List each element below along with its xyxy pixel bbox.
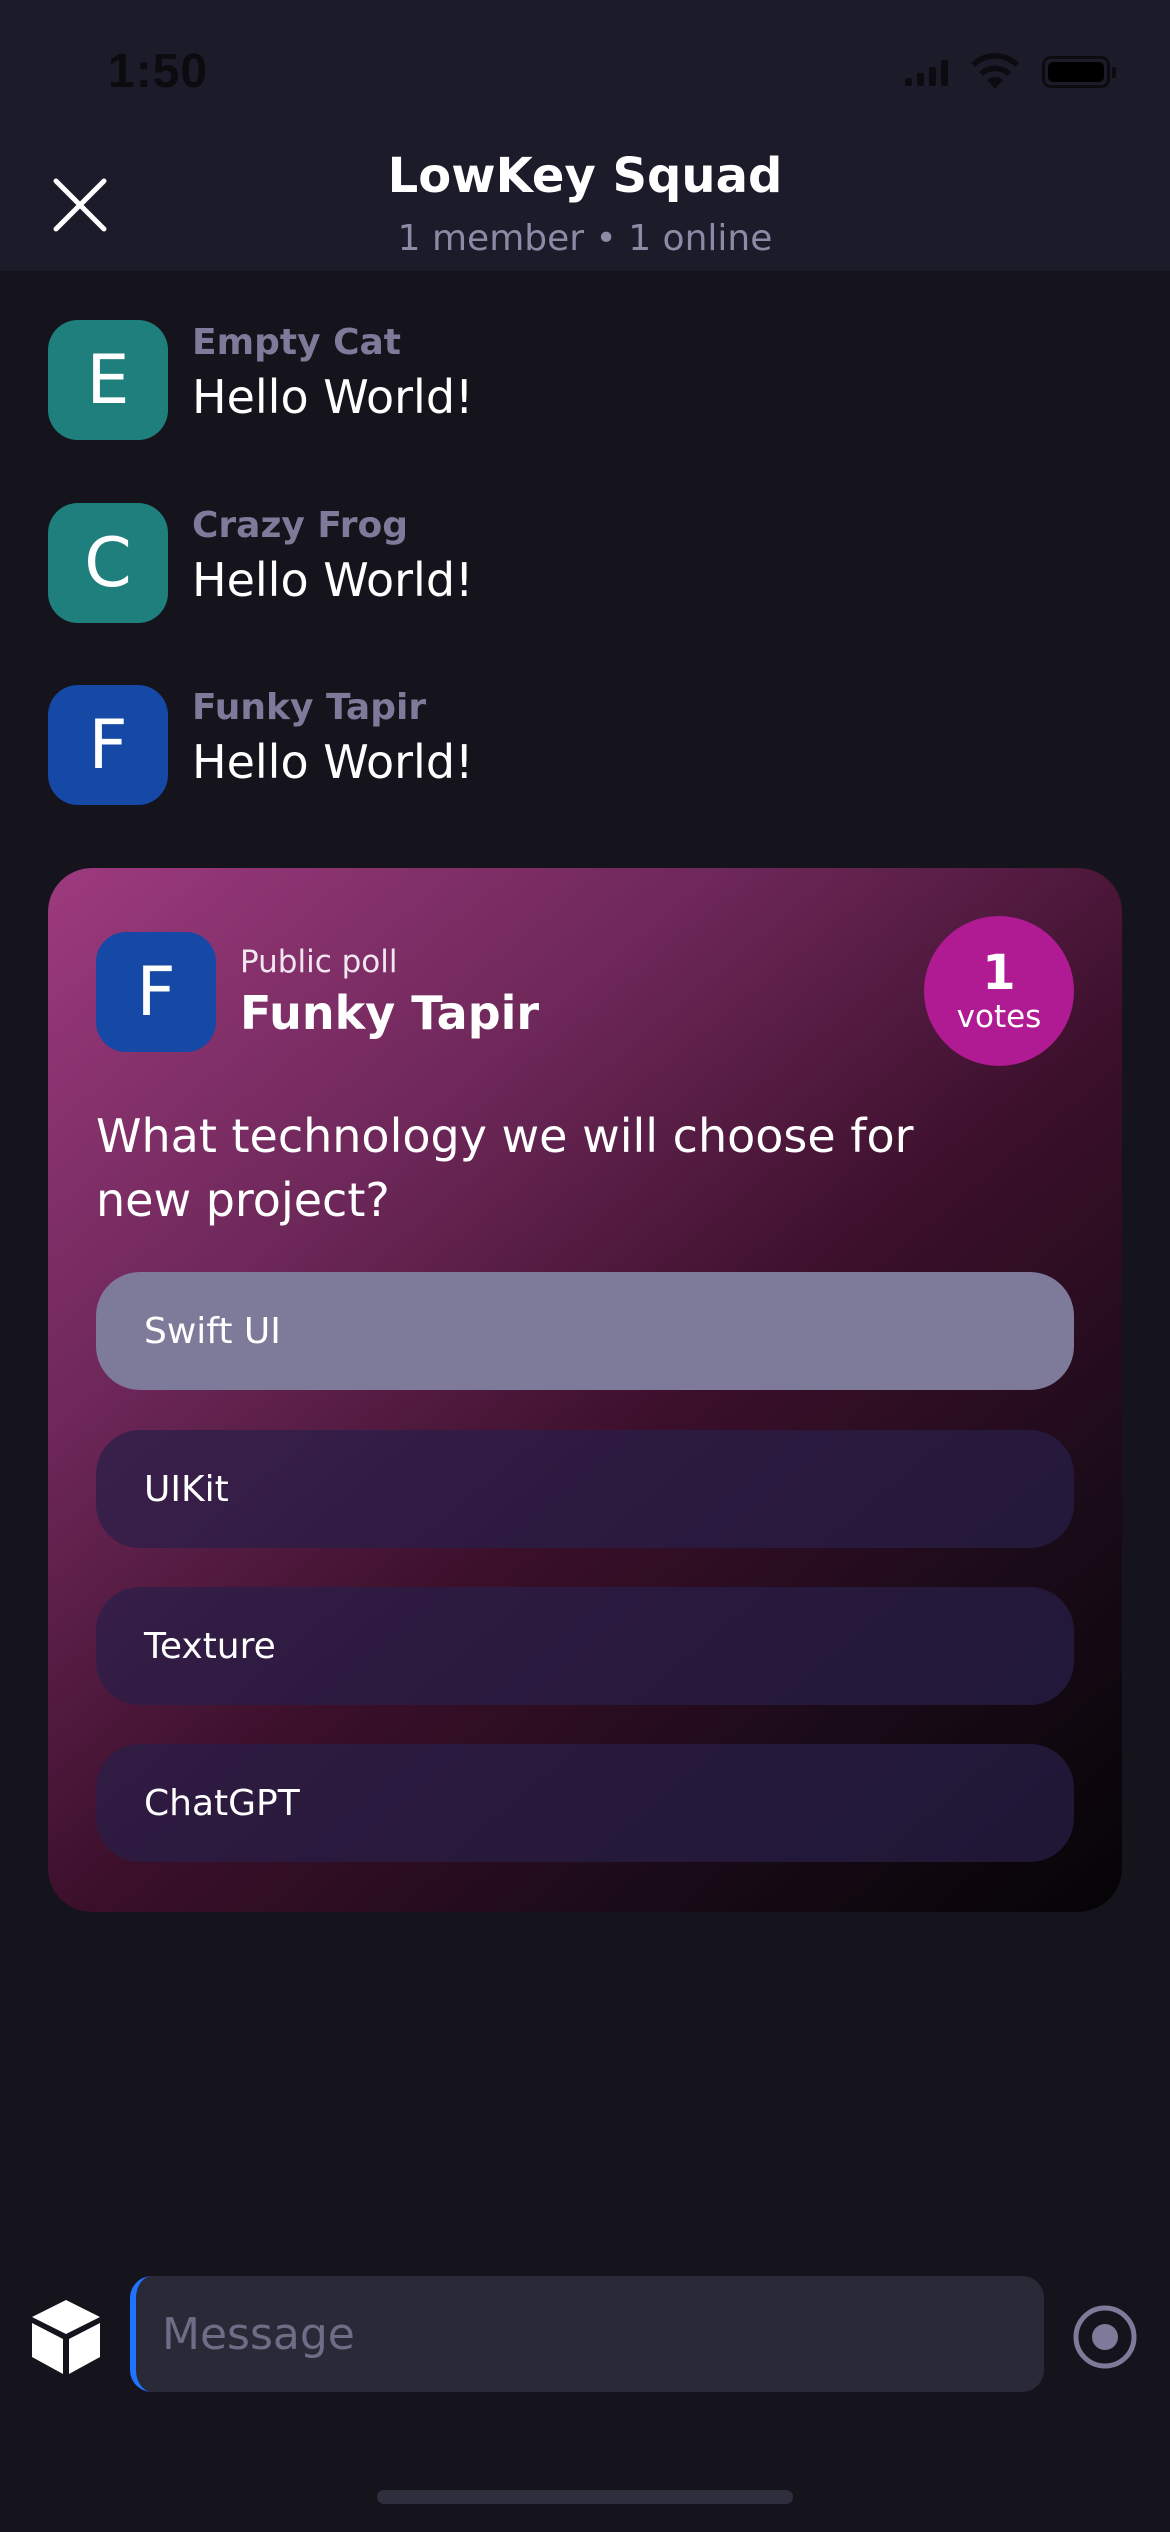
message-sender: Empty Cat bbox=[192, 322, 402, 363]
poll-author-name: Funky Tapir bbox=[240, 986, 540, 1040]
avatar[interactable]: C bbox=[48, 503, 168, 623]
poll-option-label: ChatGPT bbox=[144, 1782, 300, 1824]
record-icon[interactable] bbox=[1072, 2304, 1138, 2370]
votes-badge: 1 votes bbox=[924, 916, 1074, 1066]
message-text: Hello World! bbox=[192, 735, 474, 789]
wifi-icon bbox=[971, 53, 1019, 89]
message-input[interactable] bbox=[130, 2276, 1044, 2392]
status-icons bbox=[905, 52, 1116, 92]
avatar[interactable]: F bbox=[48, 685, 168, 805]
message-text: Hello World! bbox=[192, 553, 474, 607]
poll-option-uikit[interactable]: UIKit bbox=[96, 1430, 1074, 1548]
votes-count: 1 bbox=[982, 945, 1016, 1001]
poll-option-label: UIKit bbox=[144, 1468, 229, 1510]
cube-icon[interactable] bbox=[28, 2296, 104, 2376]
chat-title: LowKey Squad bbox=[387, 148, 783, 204]
message-text: Hello World! bbox=[192, 370, 474, 424]
avatar[interactable]: E bbox=[48, 320, 168, 440]
poll-option-label: Swift UI bbox=[144, 1310, 281, 1352]
poll-card: F Public poll Funky Tapir 1 votes What t… bbox=[48, 868, 1122, 1912]
cellular-signal-icon bbox=[905, 58, 948, 86]
message-sender: Crazy Frog bbox=[192, 505, 408, 546]
votes-label: votes bbox=[956, 999, 1042, 1035]
poll-option-label: Texture bbox=[144, 1625, 276, 1667]
top-bar: 1:50 LowKey Squad 1 member • 1 online bbox=[0, 0, 1170, 273]
message-item: E Empty Cat Hello World! bbox=[48, 320, 1128, 440]
home-indicator[interactable] bbox=[377, 2490, 793, 2504]
poll-question: What technology we will choose for new p… bbox=[96, 1109, 914, 1227]
poll-option-chatgpt[interactable]: ChatGPT bbox=[96, 1744, 1074, 1862]
poll-author-avatar[interactable]: F bbox=[96, 932, 216, 1052]
chat-subtitle: 1 member • 1 online bbox=[397, 218, 773, 259]
message-item: C Crazy Frog Hello World! bbox=[48, 503, 1128, 623]
message-item: F Funky Tapir Hello World! bbox=[48, 685, 1128, 805]
poll-type-label: Public poll bbox=[240, 944, 398, 980]
poll-option-swift-ui[interactable]: Swift UI bbox=[96, 1272, 1074, 1390]
battery-icon bbox=[1042, 56, 1116, 88]
message-sender: Funky Tapir bbox=[192, 687, 427, 728]
status-time: 1:50 bbox=[108, 45, 209, 98]
poll-option-texture[interactable]: Texture bbox=[96, 1587, 1074, 1705]
